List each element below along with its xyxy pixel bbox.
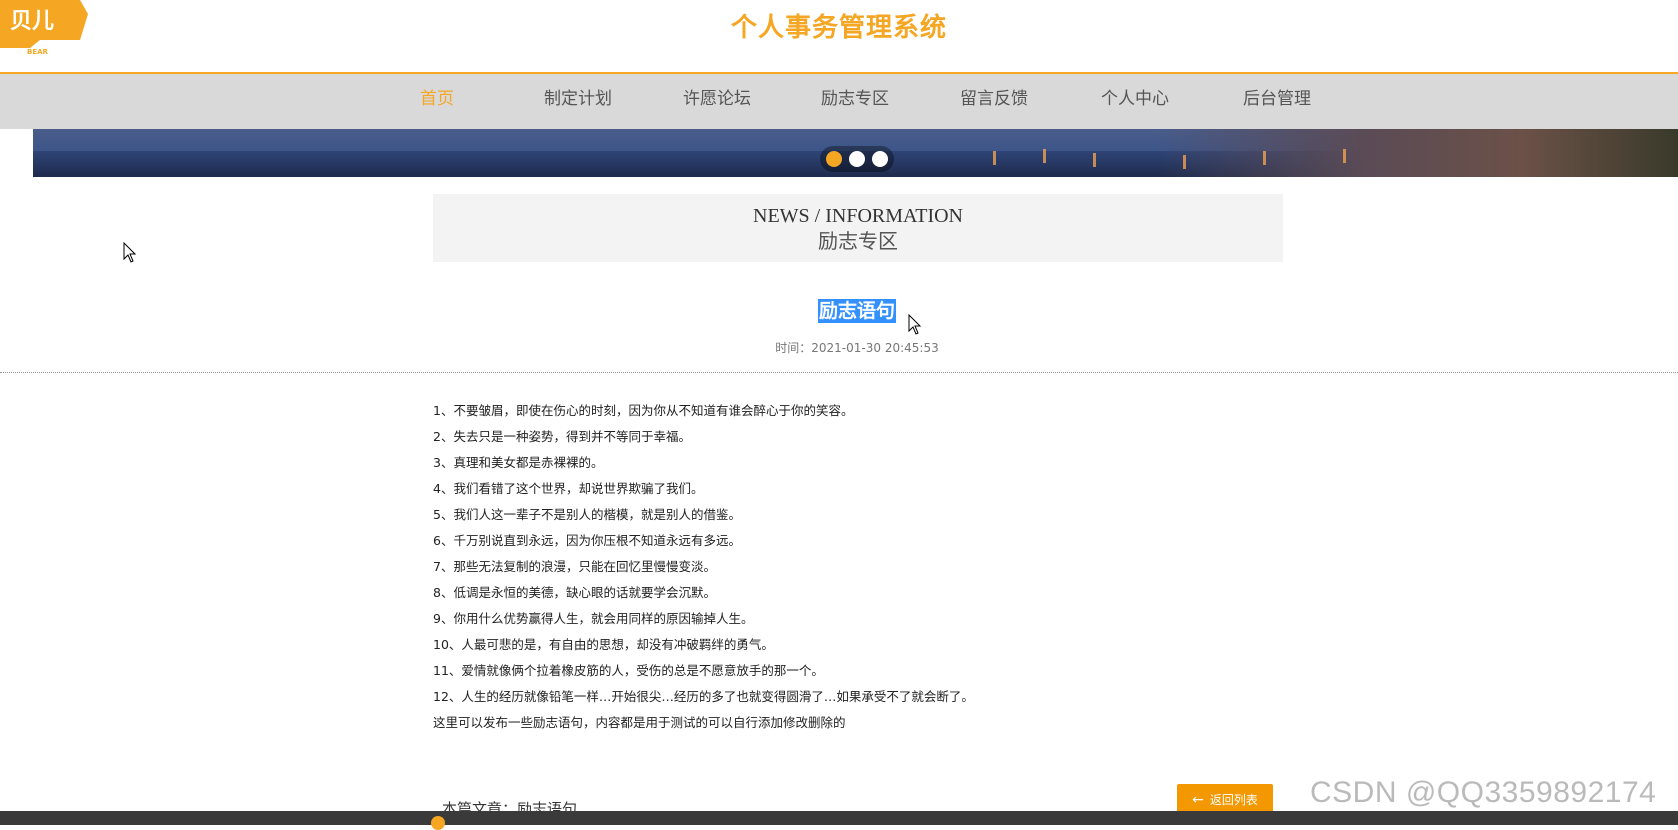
banner-light — [993, 151, 996, 165]
nav-item-feedback[interactable]: 留言反馈 — [939, 74, 1049, 129]
article-line: 6、千万别说直到永远，因为你压根不知道永远有多远。 — [433, 533, 741, 548]
banner-light — [1343, 149, 1346, 163]
section-en-title: NEWS / INFORMATION — [753, 205, 963, 227]
article-line: 10、人最可悲的是，有自由的思想，却没有冲破羁绊的勇气。 — [433, 637, 774, 652]
logo-sub-text: BEAR — [27, 48, 49, 56]
article-time: 时间：2021-01-30 20:45:53 — [775, 341, 939, 355]
article-body: 1、不要皱眉，即使在伤心的时刻，因为你从不知道有谁会醉心于你的笑容。 2、失去只… — [433, 398, 1133, 736]
section-header: NEWS / INFORMATION 励志专区 — [433, 194, 1283, 262]
article-line: 12、人生的经历就像铅笔一样…开始很尖…经历的多了也就变得圆滑了…如果承受不了就… — [433, 689, 974, 704]
main-nav: 首页 制定计划 许愿论坛 励志专区 留言反馈 个人中心 后台管理 — [0, 74, 1678, 129]
article-title: 励志语句 — [0, 296, 1678, 323]
article-line: 8、低调是永恒的美德，缺心眼的话就要学会沉默。 — [433, 585, 716, 600]
article-line: 2、失去只是一种姿势，得到并不等同于幸福。 — [433, 429, 691, 444]
carousel-dot-3[interactable] — [872, 151, 888, 167]
article-title-text: 励志语句 — [817, 299, 896, 323]
banner-light — [1263, 151, 1266, 165]
article-line: 3、真理和美女都是赤裸裸的。 — [433, 455, 604, 470]
bottom-bar — [0, 811, 1678, 825]
nav-item-inspiration[interactable]: 励志专区 — [800, 74, 910, 129]
article-line: 11、爱情就像俩个拉着橡皮筋的人，受伤的总是不愿意放手的那一个。 — [433, 663, 824, 678]
bottom-dot-icon — [431, 816, 445, 830]
mouse-cursor-icon — [908, 314, 922, 335]
back-button-label: 返回列表 — [1209, 793, 1258, 807]
article-line: 5、我们人这一辈子不是别人的楷模，就是别人的借鉴。 — [433, 507, 741, 522]
site-title: 个人事务管理系统 — [730, 13, 947, 43]
article-line: 这里可以发布一些励志语句，内容都是用于测试的可以自行添加修改删除的 — [433, 715, 846, 730]
article-line: 1、不要皱眉，即使在伤心的时刻，因为你从不知道有谁会醉心于你的笑容。 — [433, 403, 854, 418]
nav-item-wish-forum[interactable]: 许愿论坛 — [662, 74, 772, 129]
carousel-indicators — [820, 146, 894, 172]
carousel-dot-1[interactable] — [826, 151, 842, 167]
divider — [0, 372, 1678, 373]
mouse-cursor-icon — [123, 242, 137, 263]
nav-item-admin[interactable]: 后台管理 — [1222, 74, 1332, 129]
banner-light — [1093, 153, 1096, 167]
article-line: 4、我们看错了这个世界，却说世界欺骗了我们。 — [433, 481, 704, 496]
site-header: 贝儿 BEAR 个人事务管理系统 — [0, 0, 1678, 74]
banner-light — [1043, 149, 1046, 163]
article-line: 7、那些无法复制的浪漫，只能在回忆里慢慢变淡。 — [433, 559, 716, 574]
section-cn-title: 励志专区 — [818, 229, 898, 253]
banner-light — [1183, 155, 1186, 169]
banner-image-shore — [1158, 129, 1678, 177]
watermark: CSDN @QQ3359892174 — [1310, 776, 1657, 809]
nav-item-profile[interactable]: 个人中心 — [1080, 74, 1190, 129]
carousel-dot-2[interactable] — [849, 151, 865, 167]
nav-item-plan[interactable]: 制定计划 — [523, 74, 633, 129]
nav-item-home[interactable]: 首页 — [382, 74, 492, 129]
article-line: 9、你用什么优势赢得人生，就会用同样的原因输掉人生。 — [433, 611, 754, 626]
